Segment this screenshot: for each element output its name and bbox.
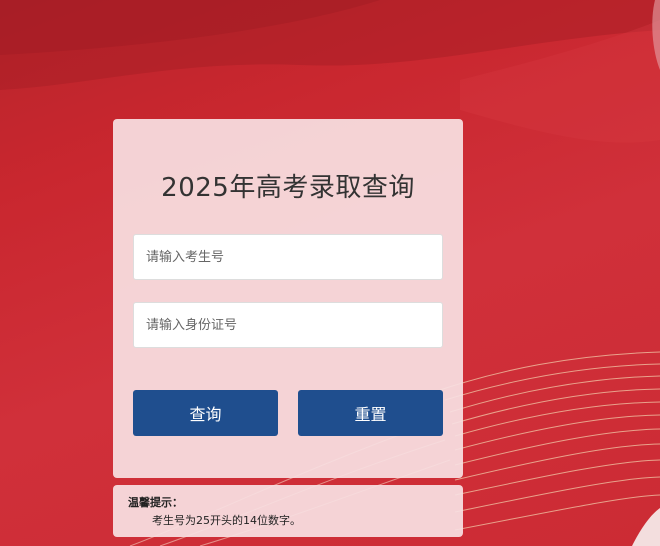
query-button[interactable]: 查询 <box>133 390 278 436</box>
exam-number-input[interactable] <box>133 234 443 280</box>
tips-text: 考生号为25开头的14位数字。 <box>152 514 301 527</box>
id-number-input[interactable] <box>133 302 443 348</box>
tips-box: 温馨提示： 考生号为25开头的14位数字。 <box>113 485 463 537</box>
page-title: 2025年高考录取查询 <box>161 173 415 203</box>
reset-button[interactable]: 重置 <box>298 390 443 436</box>
tips-title: 温馨提示： <box>128 496 183 509</box>
query-panel: 2025年高考录取查询 查询 重置 <box>113 119 463 478</box>
